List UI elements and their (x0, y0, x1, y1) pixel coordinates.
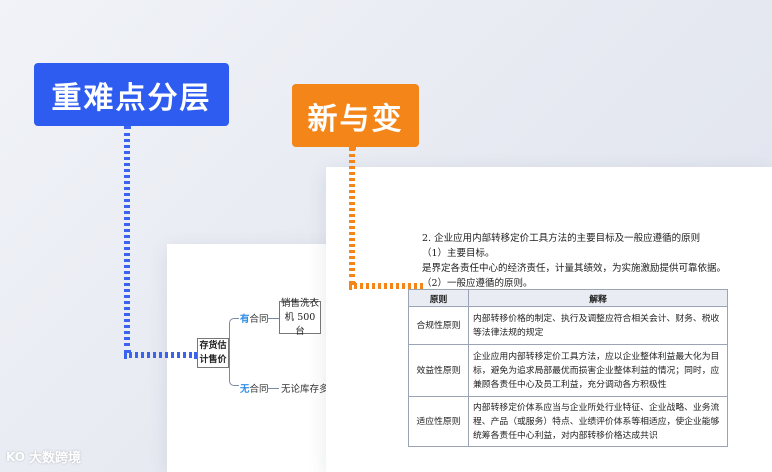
document-heading: 2. 企业应用内部转移定价工具方法的主要目标及一般应遵循的原则 (422, 233, 701, 244)
mindmap-root-node: 存货估计售价 (197, 338, 229, 368)
table-cell-explanation: 内部转移定价体系应当与企业所处行业特征、企业战略、业务流程、产品（或服务）特点、… (468, 396, 728, 447)
orange-connector-vertical (349, 147, 355, 285)
mindmap-branch-no-key: 无 (240, 384, 250, 395)
document-line-1: 是界定各责任中心的经济责任，计量其绩效，为实施激励提供可靠依据。 (422, 263, 727, 274)
mindmap-branch-yes-label: 合同 (249, 314, 269, 325)
table-header-principle: 原则 (408, 289, 469, 307)
mindmap-sales-node: 销售洗衣机 500 台 (279, 297, 321, 337)
mindmap-branch-yes: 有合同 (240, 311, 269, 325)
document-item-1: （1）主要目标。 (422, 248, 495, 259)
mindmap-branch-no-label: 合同 (249, 384, 269, 395)
mindmap-no-connector (267, 388, 279, 389)
mindmap-yes-connector (267, 318, 279, 319)
table-cell-principle: 合规性原则 (408, 306, 469, 345)
mindmap-branch-yes-key: 有 (240, 314, 250, 325)
document-body: 2. 企业应用内部转移定价工具方法的主要目标及一般应遵循的原则 （1）主要目标。… (422, 231, 742, 291)
table-cell-principle: 效益性原则 (408, 344, 469, 397)
mindmap-no-text: 无论库存多少 (281, 384, 326, 395)
blue-connector-vertical (124, 126, 130, 353)
table-row: 效益性原则 企业应用内部转移定价工具方法，应以企业整体利益最大化为目标，避免为追… (408, 344, 728, 397)
mindmap-branch-no: 无合同 (240, 381, 269, 395)
table-header-explanation: 解释 (468, 289, 728, 307)
watermark-text: 大数跨境 (28, 451, 81, 466)
watermark-mark-icon: KO (6, 449, 25, 464)
tag-new-and-changes: 新与变 (292, 84, 419, 147)
watermark-logo: KO 大数跨境 (6, 447, 81, 467)
mindmap-branch-line (229, 318, 239, 386)
table-cell-principle: 适应性原则 (408, 396, 469, 447)
principles-table: 原则 解释 合规性原则 内部转移价格的制定、执行及调整应符合相关会计、财务、税收… (408, 289, 728, 447)
table-row: 适应性原则 内部转移定价体系应当与企业所处行业特征、企业战略、业务流程、产品（或… (408, 396, 728, 447)
table-cell-explanation: 内部转移价格的制定、执行及调整应符合相关会计、财务、税收等法律法规的规定 (468, 306, 728, 345)
blue-connector-horizontal (124, 352, 197, 358)
tag-difficulty-layers: 重难点分层 (34, 63, 229, 126)
table-cell-explanation: 企业应用内部转移定价工具方法，应以企业整体利益最大化为目标，避免为追求局部最优而… (468, 344, 728, 397)
table-row: 合规性原则 内部转移价格的制定、执行及调整应符合相关会计、财务、税收等法律法规的… (408, 306, 728, 345)
